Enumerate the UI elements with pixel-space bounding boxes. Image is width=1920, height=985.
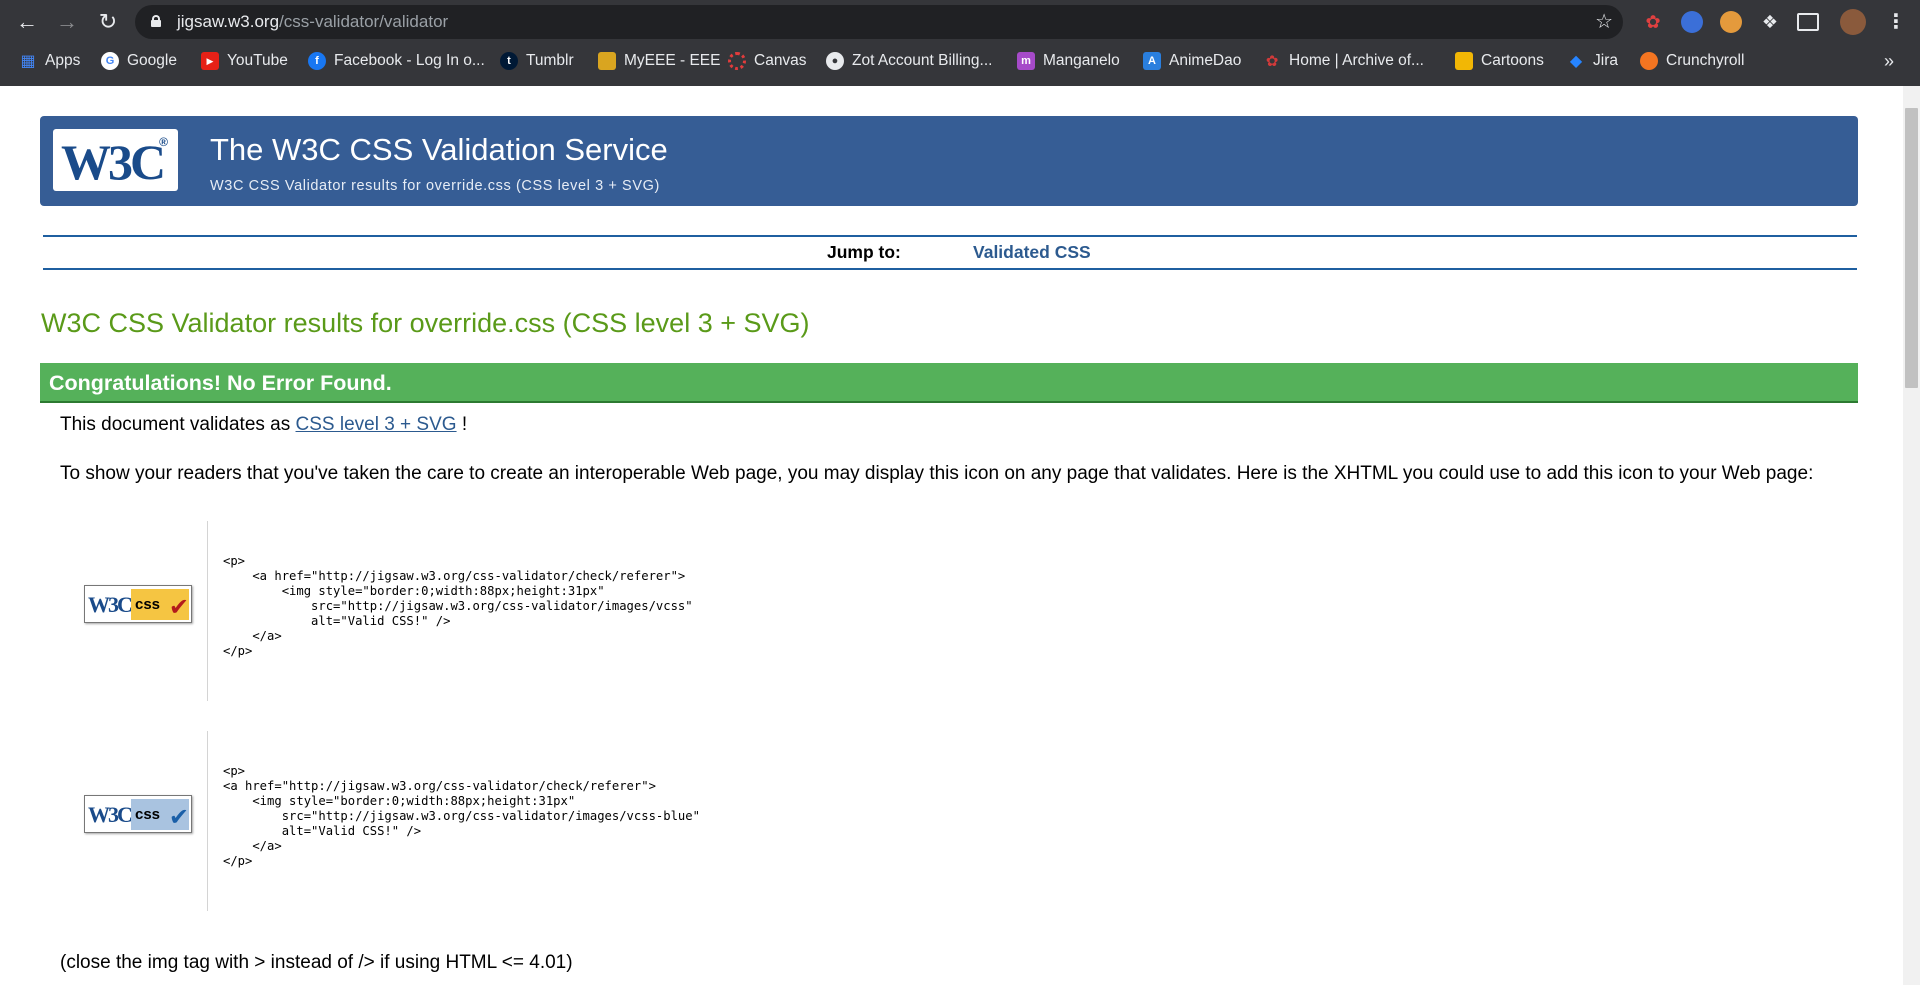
bookmark-label: Manganelo bbox=[1043, 52, 1120, 69]
extension-rabbit-icon[interactable]: ✿ bbox=[1642, 11, 1664, 33]
bookmark-label: Google bbox=[127, 52, 177, 69]
cast-icon[interactable] bbox=[1797, 13, 1819, 31]
browser-menu-icon[interactable]: ⋮ bbox=[1884, 8, 1908, 36]
bookmark-star-icon[interactable]: ☆ bbox=[1595, 5, 1613, 39]
bookmark-youtube[interactable]: ▶ YouTube bbox=[201, 44, 288, 78]
page-subtitle: W3C CSS Validator results for override.c… bbox=[210, 178, 660, 194]
badge-w3c-text: W3C bbox=[88, 590, 133, 620]
extension-avatar-icon[interactable] bbox=[1720, 11, 1742, 33]
forward-arrow-icon[interactable]: → bbox=[52, 7, 82, 37]
css-level-link[interactable]: CSS level 3 + SVG bbox=[296, 414, 457, 435]
myeee-icon bbox=[598, 52, 616, 70]
checkmark-icon: ✔ bbox=[168, 594, 189, 621]
bookmark-jira[interactable]: ◆ Jira bbox=[1567, 44, 1618, 78]
bookmark-google[interactable]: G Google bbox=[101, 44, 177, 78]
page-title: The W3C CSS Validation Service bbox=[210, 132, 668, 167]
bookmark-crunchyroll[interactable]: Crunchyroll bbox=[1640, 44, 1744, 78]
bookmark-animedao[interactable]: A AnimeDao bbox=[1143, 44, 1241, 78]
divider bbox=[207, 521, 208, 701]
url-host: jigsaw.w3.org bbox=[177, 12, 280, 31]
valid-css-badge-gold[interactable]: W3C css ✔ bbox=[84, 585, 192, 623]
bookmark-label: Tumblr bbox=[526, 52, 574, 69]
bookmark-label: MyEEE - EEE bbox=[624, 52, 721, 69]
bookmark-myeee[interactable]: MyEEE - EEE bbox=[598, 44, 720, 78]
bookmark-tumblr[interactable]: t Tumblr bbox=[500, 44, 574, 78]
url-path: /css-validator/validator bbox=[279, 12, 449, 31]
bookmark-ao3[interactable]: ✿ Home | Archive of... bbox=[1263, 44, 1424, 78]
bookmark-label: AnimeDao bbox=[1169, 52, 1242, 69]
google-icon: G bbox=[101, 52, 119, 70]
extension-docs-icon[interactable] bbox=[1681, 11, 1703, 33]
success-message: Congratulations! No Error Found. bbox=[49, 371, 392, 395]
w3c-logo[interactable]: W3C ® bbox=[53, 129, 178, 191]
valid-css-badge-blue[interactable]: W3C css ✔ bbox=[84, 795, 192, 833]
badge-block-gold: W3C css ✔ <p> <a href="http://jigsaw.w3.… bbox=[60, 521, 1840, 701]
jira-icon: ◆ bbox=[1569, 53, 1583, 70]
ao3-icon: ✿ bbox=[1265, 53, 1279, 70]
bookmark-cartoons[interactable]: Cartoons bbox=[1455, 44, 1544, 78]
bookmark-label: Cartoons bbox=[1481, 52, 1544, 69]
reload-icon[interactable]: ↻ bbox=[93, 7, 123, 37]
canvas-icon bbox=[728, 52, 746, 70]
profile-avatar[interactable] bbox=[1840, 9, 1866, 35]
checkmark-icon: ✔ bbox=[168, 804, 189, 831]
crunchyroll-icon bbox=[1640, 52, 1658, 70]
bookmark-manganelo[interactable]: m Manganelo bbox=[1017, 44, 1120, 78]
bookmark-canvas[interactable]: Canvas bbox=[728, 44, 807, 78]
badge-code-snippet: <p> <a href="http://jigsaw.w3.org/css-va… bbox=[223, 554, 693, 658]
bookmark-facebook[interactable]: f Facebook - Log In o... bbox=[308, 44, 485, 78]
badge-code-snippet: <p> <a href="http://jigsaw.w3.org/css-va… bbox=[223, 764, 700, 868]
validator-banner: W3C ® The W3C CSS Validation Service W3C… bbox=[40, 116, 1858, 206]
bookmark-label: YouTube bbox=[227, 52, 288, 69]
bookmark-label: Crunchyroll bbox=[1666, 52, 1745, 69]
address-bar[interactable]: jigsaw.w3.org/css-validator/validator ☆ bbox=[135, 5, 1623, 39]
more-bookmarks-icon[interactable]: » bbox=[1884, 44, 1894, 78]
extensions-puzzle-icon[interactable]: ❖ bbox=[1759, 11, 1781, 33]
bookmark-label: Facebook - Log In o... bbox=[334, 52, 485, 69]
success-banner: Congratulations! No Error Found. bbox=[40, 363, 1858, 403]
validates-suffix: ! bbox=[461, 414, 468, 435]
manganelo-icon: m bbox=[1017, 52, 1035, 70]
html-note: (close the img tag with > instead of /> … bbox=[60, 952, 573, 973]
jump-to-label: Jump to: bbox=[827, 242, 901, 262]
back-arrow-icon[interactable]: ← bbox=[12, 7, 42, 37]
browser-toolbar: ← → ↻ jigsaw.w3.org/css-validator/valida… bbox=[0, 0, 1920, 44]
animedao-icon: A bbox=[1143, 52, 1161, 70]
bookmark-label: Zot Account Billing... bbox=[852, 52, 993, 69]
apps-grid-icon: ▦ bbox=[20, 53, 36, 70]
w3c-logo-text: W3C bbox=[61, 134, 166, 190]
zot-icon: ● bbox=[826, 52, 844, 70]
scrollbar-thumb[interactable] bbox=[1905, 108, 1918, 388]
jump-to-bar: Jump to: Validated CSS bbox=[43, 235, 1857, 270]
youtube-icon: ▶ bbox=[201, 52, 219, 70]
lock-icon[interactable] bbox=[151, 15, 161, 27]
bookmark-label: Apps bbox=[45, 52, 81, 69]
results-heading: W3C CSS Validator results for override.c… bbox=[41, 308, 810, 338]
bookmarks-bar: ▦ Apps G Google ▶ YouTube f Facebook - Log I… bbox=[0, 44, 1920, 78]
url-text[interactable]: jigsaw.w3.org/css-validator/validator bbox=[177, 5, 448, 39]
validates-prefix: This document validates as bbox=[60, 414, 291, 435]
validated-css-link[interactable]: Validated CSS bbox=[973, 237, 1091, 268]
validates-as-line: This document validates as CSS level 3 +… bbox=[60, 414, 467, 436]
icon-instructions: To show your readers that you've taken t… bbox=[60, 463, 1814, 484]
facebook-icon: f bbox=[308, 52, 326, 70]
browser-chrome: ← → ↻ jigsaw.w3.org/css-validator/valida… bbox=[0, 0, 1920, 86]
bookmark-apps[interactable]: ▦ Apps bbox=[19, 44, 80, 78]
bookmark-zot[interactable]: ● Zot Account Billing... bbox=[826, 44, 992, 78]
badge-w3c-text: W3C bbox=[88, 800, 133, 830]
tumblr-icon: t bbox=[500, 52, 518, 70]
cartoons-icon bbox=[1455, 52, 1473, 70]
page-viewport: W3C ® The W3C CSS Validation Service W3C… bbox=[0, 86, 1920, 985]
bookmark-label: Canvas bbox=[754, 52, 807, 69]
page-scrollbar[interactable] bbox=[1903, 86, 1920, 985]
bookmark-label: Jira bbox=[1593, 52, 1618, 69]
registered-mark: ® bbox=[159, 135, 168, 149]
bookmark-label: Home | Archive of... bbox=[1289, 52, 1424, 69]
badge-block-blue: W3C css ✔ <p> <a href="http://jigsaw.w3.… bbox=[60, 731, 1840, 911]
divider bbox=[207, 731, 208, 911]
